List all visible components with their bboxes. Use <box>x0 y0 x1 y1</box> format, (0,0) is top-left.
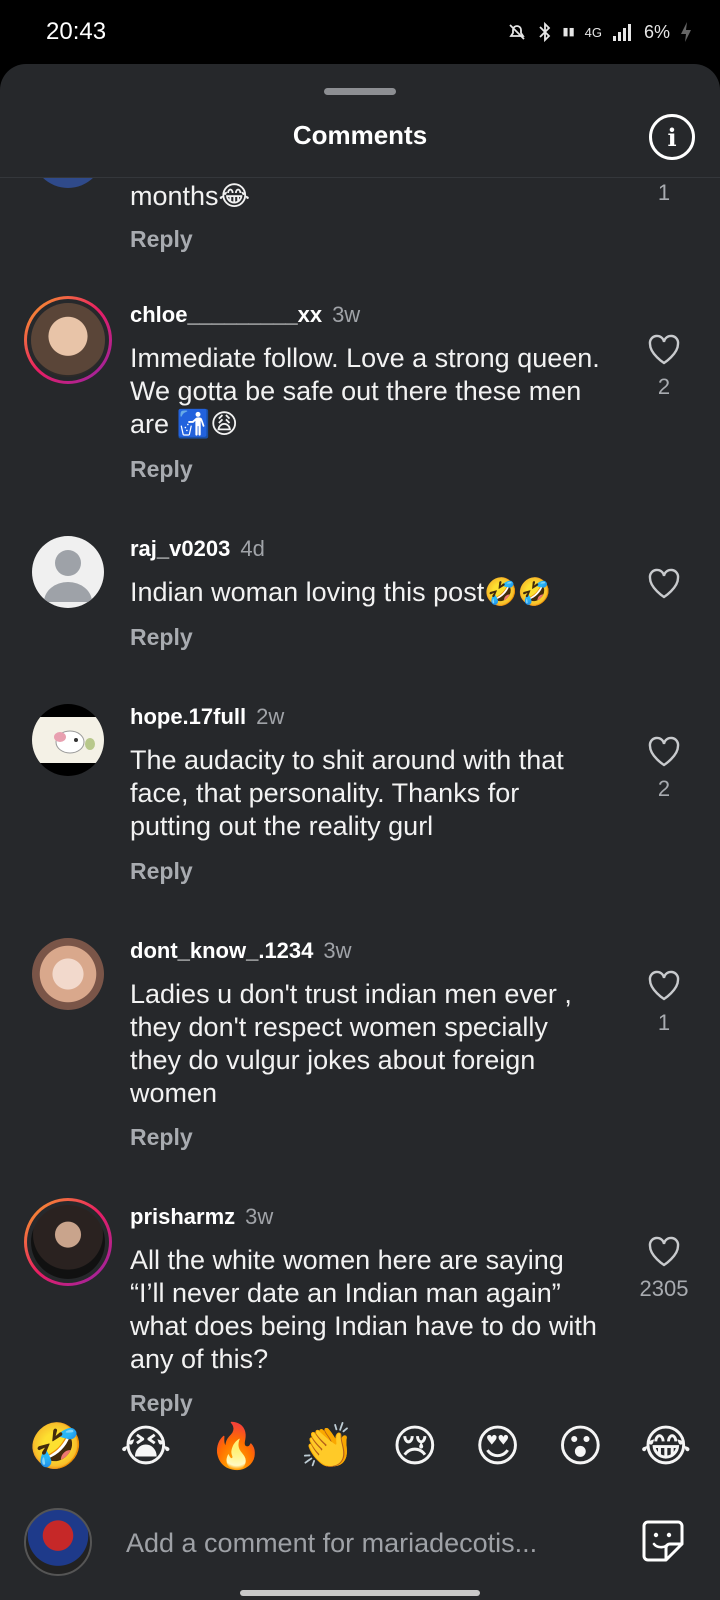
comment-header: hope.17full 2w <box>130 704 284 730</box>
battery-percent: 6% <box>643 21 670 42</box>
reaction-crying[interactable]: 😭 <box>120 1421 171 1472</box>
avatar[interactable] <box>24 1198 112 1286</box>
like-area <box>624 568 704 600</box>
comments-sheet: Comments i months😂 Reply 1 chloe________… <box>0 64 720 1600</box>
comment-header: raj_v0203 4d <box>130 536 265 562</box>
avatar[interactable] <box>32 704 104 776</box>
heart-icon[interactable] <box>647 334 681 366</box>
like-area: 2 <box>624 736 704 802</box>
reaction-clap[interactable]: 👏 <box>300 1420 355 1472</box>
comment-text: Immediate follow. Love a strong queen. W… <box>130 343 600 439</box>
reply-button[interactable]: Reply <box>130 858 193 885</box>
reaction-joy[interactable]: 😂 <box>640 1421 691 1472</box>
drag-handle[interactable] <box>324 88 396 95</box>
like-count: 2 <box>657 776 671 801</box>
like-area: 2 <box>624 334 704 400</box>
like-area: 1 <box>624 178 704 206</box>
like-count: 1 <box>657 1010 671 1035</box>
comment-partial: months😂 Reply 1 <box>0 178 720 288</box>
network-type: 4G <box>584 24 602 40</box>
reply-button[interactable]: Reply <box>130 624 193 651</box>
avatar-image <box>31 1205 105 1279</box>
heart-icon[interactable] <box>647 1236 681 1268</box>
bluetooth-icon <box>537 21 553 43</box>
reply-button[interactable]: Reply <box>130 456 193 483</box>
reply-button[interactable]: Reply <box>130 1124 193 1151</box>
avatar-image <box>54 730 95 754</box>
reaction-heart-eyes[interactable]: 😍 <box>475 1421 521 1472</box>
comment-header: dont_know_.1234 3w <box>130 938 352 964</box>
reaction-rofl[interactable]: 🤣 <box>28 1420 83 1472</box>
reaction-fire[interactable]: 🔥 <box>208 1420 263 1472</box>
charging-icon <box>680 21 692 43</box>
comment-username[interactable]: hope.17full <box>130 704 246 729</box>
avatar[interactable] <box>32 178 104 188</box>
like-count: 1 <box>657 180 671 205</box>
comment-text: All the white women here are saying “I’l… <box>130 1245 597 1374</box>
avatar[interactable] <box>32 536 104 608</box>
sheet-title: Comments <box>292 120 428 150</box>
heart-icon[interactable] <box>647 970 681 1002</box>
avatar-image <box>31 303 105 377</box>
comment-header: prisharmz 3w <box>130 1204 273 1230</box>
comment-username[interactable]: prisharmz <box>130 1204 235 1229</box>
avatar[interactable] <box>32 938 104 1010</box>
comment-username[interactable]: chloe_________xx <box>130 302 322 327</box>
status-bar: 20:43 ▮▮ 4G 6% <box>0 0 720 64</box>
comment-header: chloe_________xx 3w <box>130 302 360 328</box>
mute-notification-icon <box>507 22 527 42</box>
like-area: 1 <box>624 970 704 1036</box>
signal-icon <box>612 22 634 42</box>
comment-item: chloe_________xx 3w Immediate follow. Lov… <box>0 298 720 508</box>
heart-icon[interactable] <box>647 568 681 600</box>
volte-icon: ▮▮ <box>562 26 575 38</box>
reaction-sad[interactable]: 😢 <box>392 1421 438 1472</box>
comment-text: Indian woman loving this post🤣🤣 <box>130 577 552 607</box>
my-avatar[interactable] <box>24 1508 92 1576</box>
default-avatar-icon <box>44 550 92 602</box>
reaction-bar: 🤣 😭 🔥 👏 😢 😍 😮 😂 <box>0 1406 720 1486</box>
comment-item: dont_know_.1234 3w Ladies u don't trust i… <box>0 934 720 1174</box>
sticker-icon[interactable] <box>640 1518 686 1564</box>
comment-text: months😂 <box>130 181 251 211</box>
comment-time: 3w <box>323 938 352 963</box>
comment-list[interactable]: months😂 Reply 1 chloe_________xx 3w Immed… <box>0 178 720 1468</box>
comment-text: Ladies u don't trust indian men ever , t… <box>130 979 572 1108</box>
info-icon[interactable]: i <box>649 114 695 160</box>
reply-button[interactable]: Reply <box>130 226 193 253</box>
like-count: 2305 <box>639 1276 689 1301</box>
comment-time: 3w <box>245 1204 274 1229</box>
reaction-surprised[interactable]: 😮 <box>557 1421 603 1472</box>
comment-item: hope.17full 2w The audacity to shit aroun… <box>0 700 720 900</box>
comment-text: The audacity to shit around with that fa… <box>130 745 564 841</box>
avatar[interactable] <box>24 296 112 384</box>
comment-time: 3w <box>332 302 361 327</box>
comment-input[interactable] <box>124 1520 578 1566</box>
like-count: 2 <box>657 374 671 399</box>
status-icons: ▮▮ 4G 6% <box>507 21 692 43</box>
comment-input-row <box>0 1500 720 1576</box>
home-indicator[interactable] <box>240 1590 480 1596</box>
comment-item: raj_v0203 4d Indian woman loving this pos… <box>0 532 720 672</box>
heart-icon[interactable] <box>647 736 681 768</box>
comment-username[interactable]: dont_know_.1234 <box>130 938 313 963</box>
comment-username[interactable]: raj_v0203 <box>130 536 230 561</box>
comment-time: 4d <box>240 536 265 561</box>
like-area: 2305 <box>614 1236 714 1302</box>
comment-time: 2w <box>256 704 285 729</box>
status-time: 20:43 <box>46 18 107 45</box>
